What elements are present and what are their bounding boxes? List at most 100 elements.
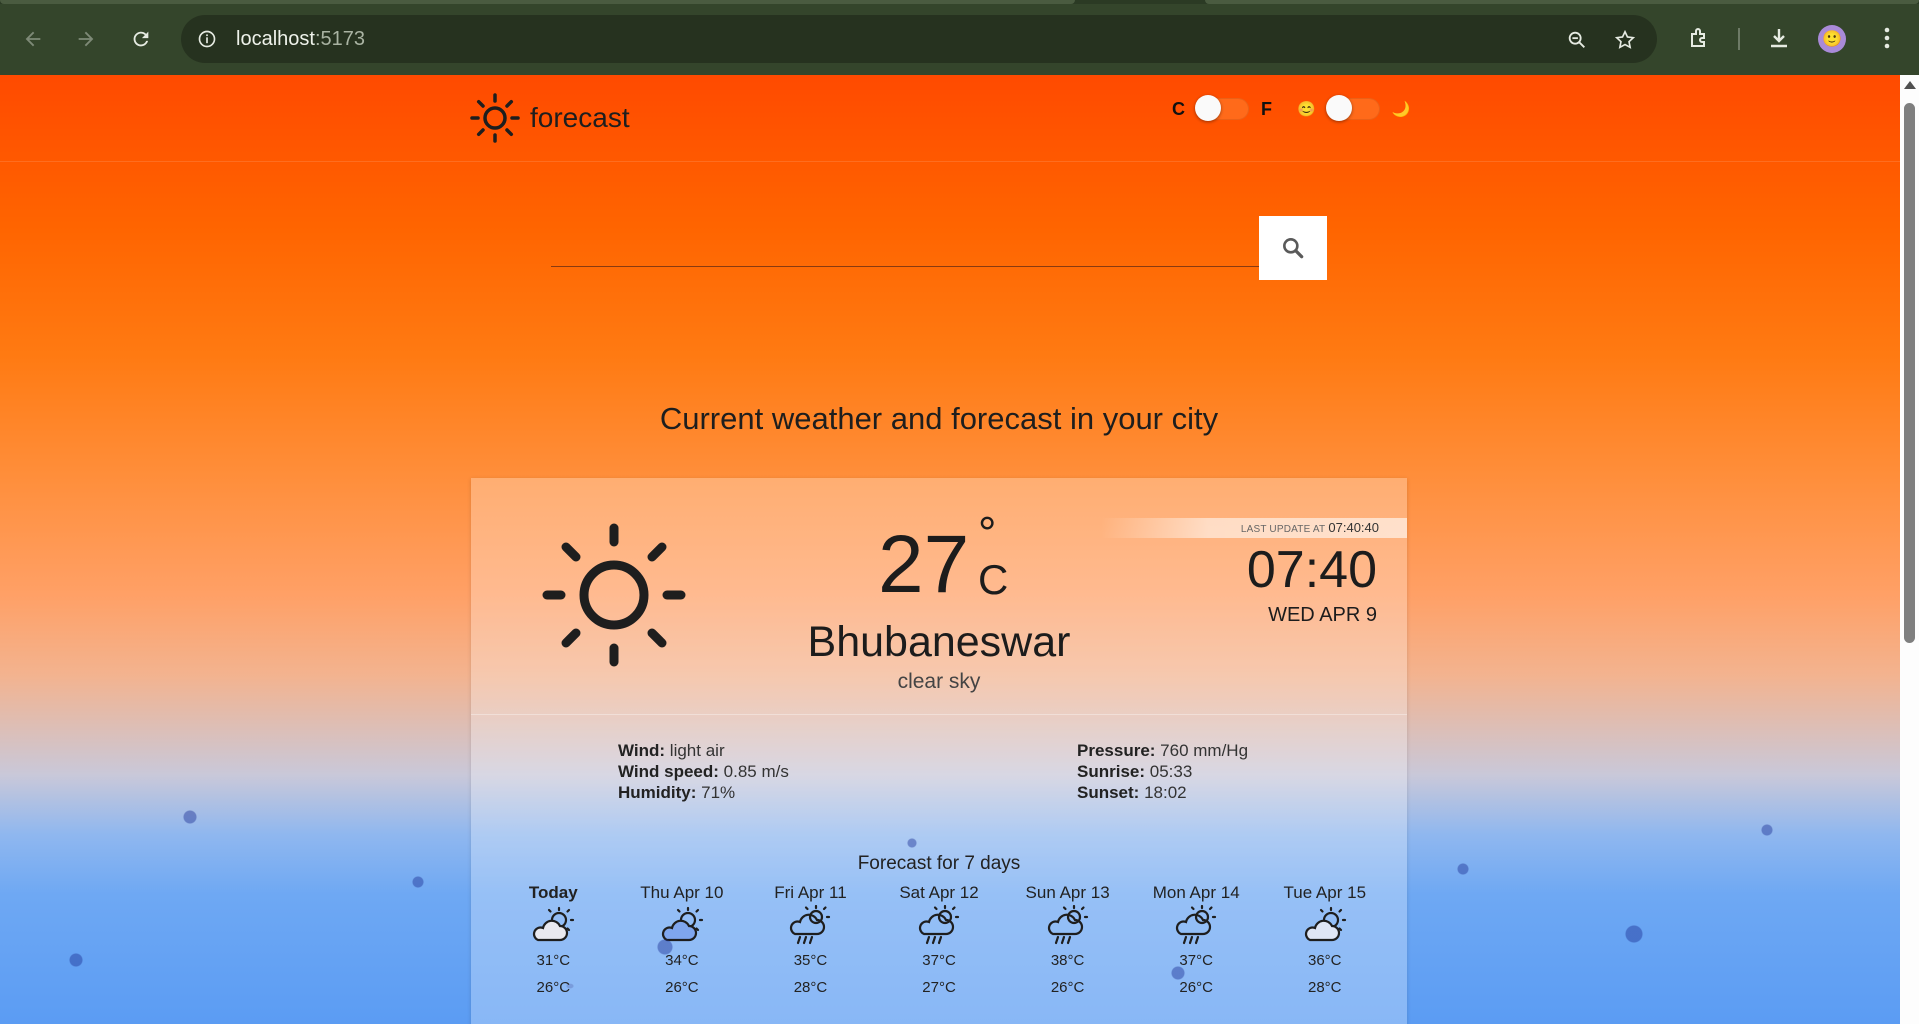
header-divider	[0, 161, 1900, 162]
browser-menu-icon[interactable]	[1871, 22, 1903, 54]
address-bar[interactable]: localhost:5173	[181, 15, 1657, 63]
forecast-low: 26°C	[665, 979, 699, 996]
sun-logo-icon	[470, 93, 520, 143]
url-host: localhost	[236, 28, 315, 50]
toolbar-separator	[1738, 28, 1740, 50]
unit-switch[interactable]	[1195, 95, 1249, 121]
zoom-icon[interactable]	[1564, 27, 1590, 53]
forecast-day-name: Thu Apr 10	[640, 883, 724, 902]
humidity-label: Humidity:	[618, 783, 697, 802]
forecast-day-name: Fri Apr 11	[774, 883, 847, 902]
humidity-row: Humidity: 71%	[618, 782, 789, 803]
partly-cloudy-icon	[533, 906, 575, 942]
forecast-high: 34°C	[665, 952, 699, 969]
sunrise-row: Sunrise: 05:33	[1077, 761, 1248, 782]
search-icon	[1283, 238, 1304, 259]
theme-switch[interactable]	[1325, 95, 1380, 121]
forecast-high: 36°C	[1308, 952, 1342, 969]
temperature-unit: C	[978, 556, 1009, 603]
forecast-day-name: Mon Apr 14	[1152, 883, 1240, 902]
tab-strip	[0, 0, 1919, 4]
forecast-day-name: Sun Apr 13	[1025, 883, 1110, 902]
forward-button[interactable]	[67, 20, 105, 58]
arrow-left-icon	[25, 31, 41, 47]
sunset-value: 18:02	[1144, 783, 1187, 802]
rain-icon	[918, 905, 960, 945]
wind-speed-label: Wind speed:	[618, 762, 719, 781]
url-port: :5173	[314, 28, 365, 50]
partly-cloudy-icon	[1304, 906, 1346, 942]
site-info-icon[interactable]	[195, 27, 219, 51]
profile-avatar[interactable]: 🙂	[1818, 25, 1846, 53]
bookmark-star-icon[interactable]	[1612, 27, 1638, 53]
forecast-low: 28°C	[1308, 979, 1342, 996]
last-update-time: 07:40:40	[1328, 520, 1379, 535]
partly-cloudy-icon	[661, 906, 703, 942]
extensions-icon[interactable]	[1684, 22, 1716, 54]
card-divider	[471, 714, 1407, 715]
scroll-up-arrow-icon[interactable]	[1904, 81, 1916, 89]
rain-icon	[1176, 905, 1217, 945]
page-scrollbar[interactable]	[1900, 75, 1919, 1024]
city-name: Bhubaneswar	[807, 618, 1071, 666]
download-icon[interactable]	[1763, 22, 1795, 54]
forecast-day: Today 31°C 26°C	[489, 883, 618, 1001]
current-temperature: 27 ° C	[878, 507, 1008, 612]
forecast-day: Mon Apr 14 37°C 26°C	[1132, 883, 1261, 1001]
sunset-row: Sunset: 18:02	[1077, 782, 1248, 803]
browser-toolbar: localhost:5173 🙂	[0, 0, 1919, 75]
forecast-title: Forecast for 7 days	[857, 853, 1021, 874]
logo-text: forecast	[530, 102, 630, 133]
forecast-day-name: Today	[528, 883, 578, 902]
forecast-low: 26°C	[1179, 979, 1213, 996]
wind-value: light air	[669, 741, 725, 760]
light-theme-icon: 😊	[1297, 101, 1316, 118]
forecast-low: 28°C	[793, 979, 828, 996]
arrow-right-icon	[78, 31, 94, 47]
forecast-high: 35°C	[793, 952, 828, 969]
sunrise-value: 05:33	[1149, 762, 1193, 781]
last-update-bar: LAST UPDATE AT 07:40:40	[1101, 518, 1407, 538]
forecast-high: 37°C	[922, 952, 956, 969]
local-date: WED APR 9	[1268, 604, 1377, 626]
weather-description: clear sky	[897, 670, 981, 693]
forecast-low: 27°C	[922, 979, 956, 996]
scrollbar-thumb[interactable]	[1904, 103, 1915, 643]
theme-switch-knob	[1325, 95, 1352, 121]
forecast-low: 26°C	[536, 979, 571, 996]
sunset-label: Sunset:	[1077, 783, 1140, 802]
wind-row: Wind: light air	[618, 740, 789, 761]
reload-button[interactable]	[122, 20, 160, 58]
forecast-low: 26°C	[1050, 979, 1085, 996]
forecast-day: Sun Apr 13 38°C 26°C	[1003, 883, 1132, 1001]
back-button[interactable]	[14, 20, 52, 58]
reload-icon	[133, 31, 149, 47]
weather-page: forecast C F 😊 🌙 Current weather and for…	[0, 75, 1900, 1024]
sunrise-label: Sunrise:	[1077, 762, 1146, 781]
wind-speed-value: 0.85 m/s	[723, 762, 789, 781]
rain-icon	[1047, 905, 1088, 945]
pressure-row: Pressure: 760 mm/Hg	[1077, 740, 1248, 761]
wind-label: Wind:	[618, 741, 666, 760]
forecast-day-name: Sat Apr 12	[899, 883, 979, 902]
humidity-value: 71%	[701, 783, 736, 802]
city-search-input[interactable]	[551, 219, 1261, 267]
unit-switch-knob	[1195, 95, 1221, 121]
app-logo[interactable]: forecast	[470, 93, 630, 143]
unit-f-label: F	[1261, 98, 1272, 119]
forecast-high: 31°C	[536, 952, 571, 969]
search-button[interactable]	[1259, 216, 1327, 280]
temperature-value: 27	[878, 519, 970, 610]
forecast-days: Today 31°C 26°C Thu Apr 10 34°C 26°C Fri…	[489, 883, 1389, 1001]
pressure-details: Pressure: 760 mm/Hg Sunrise: 05:33 Sunse…	[1077, 740, 1248, 803]
forecast-day: Fri Apr 11 35°C 28°C	[746, 883, 875, 1001]
last-update-label: LAST UPDATE AT	[1240, 524, 1326, 535]
rain-icon	[790, 905, 831, 945]
page-headline: Current weather and forecast in your cit…	[659, 401, 1219, 436]
url-text: localhost:5173	[236, 28, 365, 51]
wind-speed-row: Wind speed: 0.85 m/s	[618, 761, 789, 782]
pressure-value: 760 mm/Hg	[1160, 741, 1249, 760]
unit-c-label: C	[1172, 98, 1185, 119]
forecast-day: Thu Apr 10 34°C 26°C	[618, 883, 747, 1001]
degree-symbol: °	[978, 507, 997, 559]
